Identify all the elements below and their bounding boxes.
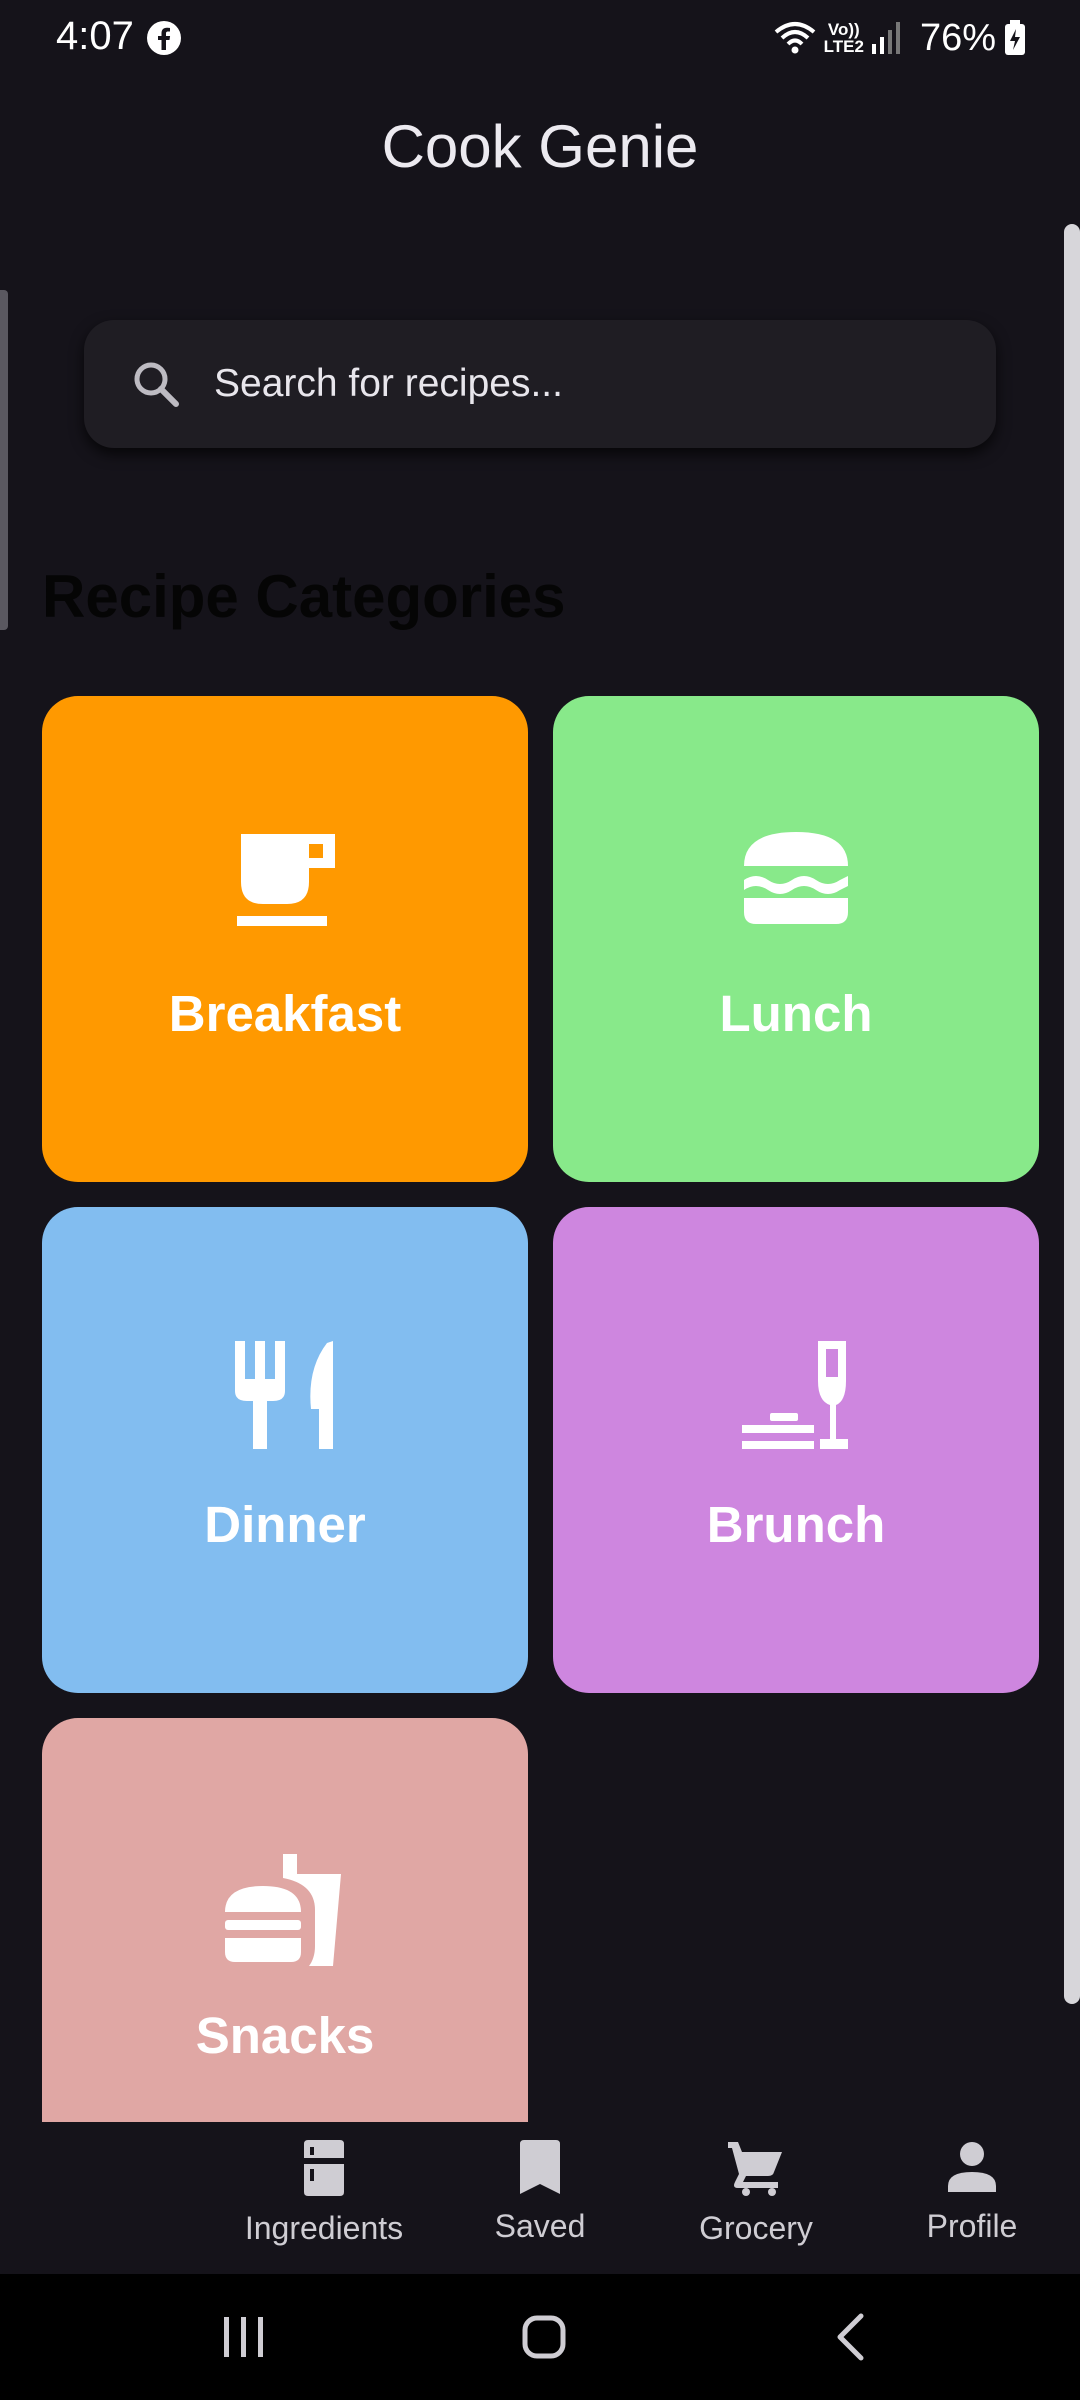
home-button[interactable] xyxy=(464,2274,624,2400)
coffee-cup-icon xyxy=(237,834,335,926)
brunch-dining-icon xyxy=(742,1341,848,1449)
signal-icon xyxy=(871,22,900,54)
category-tile-brunch[interactable]: Brunch xyxy=(553,1207,1039,1693)
nav-item-grocery[interactable]: Grocery xyxy=(656,2140,856,2247)
bookmark-icon xyxy=(520,2140,560,2194)
battery-percentage: 76% xyxy=(919,16,996,59)
category-tile-snacks[interactable]: Snacks xyxy=(42,1718,528,2122)
back-button[interactable] xyxy=(770,2274,930,2400)
category-label-lunch: Lunch xyxy=(719,985,873,1042)
nav-item-saved[interactable]: Saved xyxy=(440,2140,640,2245)
home-icon xyxy=(522,2315,566,2359)
fork-knife-icon xyxy=(235,1341,333,1449)
recents-button[interactable] xyxy=(164,2274,324,2400)
fridge-icon xyxy=(304,2140,344,2196)
burger-icon xyxy=(744,832,848,924)
app-screen: 4:07 Vo)) LTE2 76% Cook Genie Search for… xyxy=(0,0,1080,2400)
nav-item-profile[interactable]: Profile xyxy=(872,2140,1072,2245)
recents-icon xyxy=(224,2317,263,2357)
status-time: 4:07 xyxy=(56,14,134,58)
category-tile-dinner[interactable]: Dinner xyxy=(42,1207,528,1693)
app-title: Cook Genie xyxy=(381,113,699,180)
person-icon xyxy=(948,2142,996,2192)
fastfood-icon xyxy=(225,1854,341,1966)
category-label-breakfast: Breakfast xyxy=(168,985,402,1042)
category-label-snacks: Snacks xyxy=(195,2007,375,2064)
back-icon xyxy=(837,2313,864,2361)
system-navigation-bar xyxy=(0,2274,1080,2400)
nav-item-ingredients[interactable]: Ingredients xyxy=(224,2140,424,2247)
scrollbar[interactable] xyxy=(1064,224,1080,2004)
wifi-icon xyxy=(774,22,815,54)
section-title: Recipe Categories xyxy=(42,563,566,630)
search-icon xyxy=(134,362,179,407)
cart-icon xyxy=(728,2142,782,2196)
status-icons: Vo)) LTE2 76% xyxy=(774,14,1026,62)
category-tile-lunch[interactable]: Lunch xyxy=(553,696,1039,1182)
category-label-brunch: Brunch xyxy=(706,1496,886,1553)
bottom-navigation: Ingredients Saved Grocery Profile xyxy=(0,2122,1080,2274)
facebook-icon xyxy=(147,21,181,55)
edge-panel-handle[interactable] xyxy=(0,290,8,630)
search-bar[interactable] xyxy=(84,320,996,448)
search-input[interactable] xyxy=(214,320,974,448)
battery-icon xyxy=(1005,20,1025,55)
category-label-dinner: Dinner xyxy=(204,1496,366,1553)
category-tile-breakfast[interactable]: Breakfast xyxy=(42,696,528,1182)
network-type: Vo)) LTE2 xyxy=(823,20,864,56)
status-bar: 4:07 Vo)) LTE2 76% xyxy=(0,0,1080,76)
